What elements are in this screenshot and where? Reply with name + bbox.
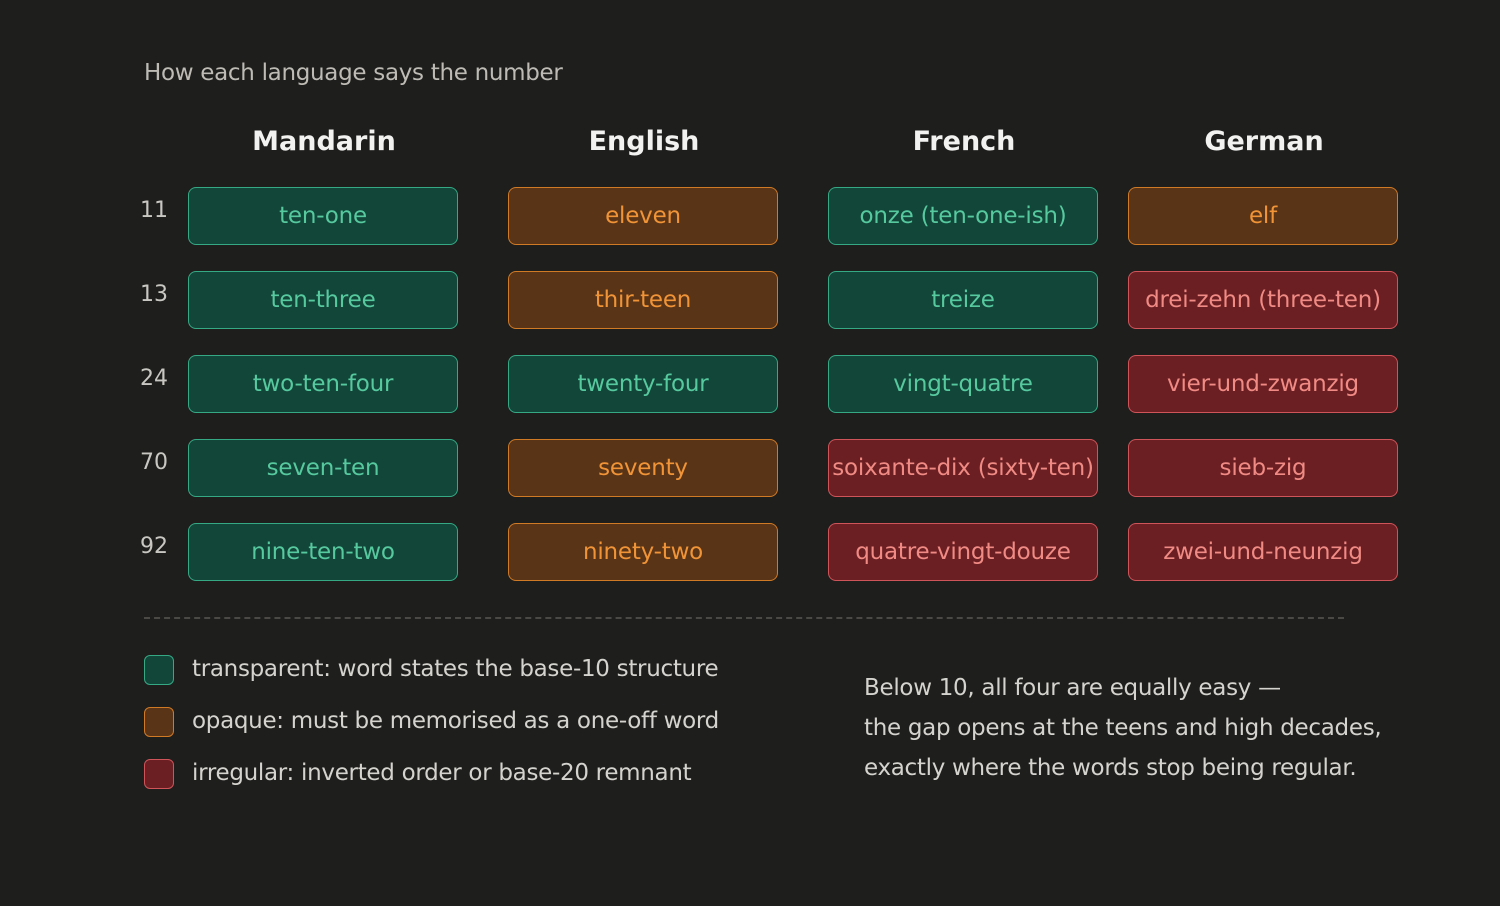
word-cell-german: elf — [1128, 187, 1398, 245]
note-line: exactly where the words stop being regul… — [864, 755, 1357, 781]
word-cell-english: ninety-two — [508, 523, 778, 581]
word-cell-french: soixante-dix (sixty-ten) — [828, 439, 1098, 497]
legend-label-irregular: irregular: inverted order or base-20 rem… — [192, 760, 692, 786]
word-cell-mandarin: two-ten-four — [188, 355, 458, 413]
column-header-german: German — [1204, 126, 1324, 157]
word-cell-english: thir-teen — [508, 271, 778, 329]
word-cell-french: treize — [828, 271, 1098, 329]
legend-label-transparent: transparent: word states the base-10 str… — [192, 656, 719, 682]
row-number: 92 — [140, 534, 168, 559]
section-divider — [144, 617, 1344, 619]
word-cell-french: onze (ten-one-ish) — [828, 187, 1098, 245]
legend-label-opaque: opaque: must be memorised as a one-off w… — [192, 708, 719, 734]
word-cell-german: sieb-zig — [1128, 439, 1398, 497]
word-cell-german: vier-und-zwanzig — [1128, 355, 1398, 413]
note-line: the gap opens at the teens and high deca… — [864, 715, 1382, 741]
explanatory-note: Below 10, all four are equally easy — th… — [864, 668, 1424, 788]
chart-subtitle: How each language says the number — [144, 60, 563, 86]
word-cell-german: zwei-und-neunzig — [1128, 523, 1398, 581]
column-header-mandarin: Mandarin — [252, 126, 396, 157]
column-header-english: English — [588, 126, 700, 157]
column-header-french: French — [912, 126, 1016, 157]
row-number: 11 — [140, 198, 168, 223]
word-cell-mandarin: nine-ten-two — [188, 523, 458, 581]
note-line: Below 10, all four are equally easy — — [864, 675, 1281, 701]
word-cell-mandarin: ten-three — [188, 271, 458, 329]
word-cell-mandarin: seven-ten — [188, 439, 458, 497]
word-cell-english: eleven — [508, 187, 778, 245]
legend-swatch-opaque — [144, 707, 174, 737]
word-cell-french: quatre-vingt-douze — [828, 523, 1098, 581]
word-cell-english: seventy — [508, 439, 778, 497]
legend-swatch-transparent — [144, 655, 174, 685]
row-number: 13 — [140, 282, 168, 307]
legend-swatch-irregular — [144, 759, 174, 789]
word-cell-english: twenty-four — [508, 355, 778, 413]
word-cell-french: vingt-quatre — [828, 355, 1098, 413]
row-number: 70 — [140, 450, 168, 475]
row-number: 24 — [140, 366, 168, 391]
word-cell-mandarin: ten-one — [188, 187, 458, 245]
word-cell-german: drei-zehn (three-ten) — [1128, 271, 1398, 329]
